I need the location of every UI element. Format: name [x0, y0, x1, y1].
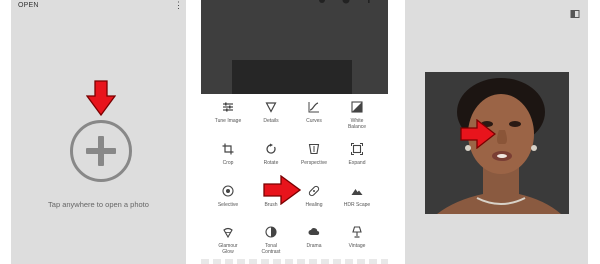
mountain-icon [351, 189, 363, 195]
triangle-details-icon [265, 102, 277, 113]
portrait-image [425, 72, 569, 214]
rotate-icon [266, 143, 276, 154]
tool-drama[interactable]: Drama [291, 226, 337, 249]
tool-hdr-scape[interactable]: HDR Scape [334, 185, 380, 208]
photo-thumbnail [232, 60, 352, 94]
tool-label: Glamour Glow [218, 243, 238, 255]
open-photo-screen[interactable]: OPEN ⋮ Tap anywhere to open a photo [11, 0, 186, 264]
arrow-right-icon [263, 175, 301, 205]
tool-label: Vintage [348, 243, 366, 249]
tool-white-balance[interactable]: White Balance [334, 101, 380, 130]
edited-portrait-photo [425, 72, 569, 214]
tool-details[interactable]: Details [248, 101, 294, 124]
arrow-down-icon [86, 80, 116, 116]
healing-bandage-icon [308, 185, 320, 197]
expand-icon [351, 143, 363, 155]
selective-icon [222, 185, 234, 197]
tool-label: Expand [348, 160, 366, 166]
more-vert-icon[interactable]: ⋮ [174, 0, 183, 10]
tool-label: Details [263, 118, 279, 124]
next-row-fade [201, 259, 388, 264]
cloud-icon [308, 228, 320, 236]
tool-label: Rotate [263, 160, 279, 166]
crop-icon [222, 143, 234, 155]
tool-label: Curves [306, 118, 322, 124]
tool-selective[interactable]: Selective [205, 185, 251, 208]
tool-expand[interactable]: Expand [334, 143, 380, 166]
tool-curves[interactable]: Curves [291, 101, 337, 124]
open-title: OPEN [18, 2, 39, 9]
arrow-right-icon [460, 119, 496, 149]
tune-icon [223, 102, 233, 112]
top-toolbar-icons [319, 0, 370, 4]
tool-label: Drama [306, 243, 322, 249]
tool-glamour-glow[interactable]: Glamour Glow [205, 226, 251, 255]
image-preview [201, 0, 388, 94]
curves-icon [308, 102, 319, 113]
tool-crop[interactable]: Crop [205, 143, 251, 166]
open-photo-hint: Tap anywhere to open a photo [48, 200, 149, 209]
tools-screen: Tune Image Details Curves White Balance … [201, 0, 388, 264]
tool-label: Tune Image [214, 118, 242, 124]
tool-vintage[interactable]: Vintage [334, 226, 380, 249]
tool-label: White Balance [347, 118, 367, 130]
tool-label: Perspective [300, 160, 328, 166]
lamp-icon [352, 226, 362, 238]
tool-rotate[interactable]: Rotate [248, 143, 294, 166]
tool-perspective[interactable]: Perspective [291, 143, 337, 166]
tool-tune-image[interactable]: Tune Image [205, 101, 251, 124]
tool-label: Crop [222, 160, 234, 166]
tool-label: HDR Scape [343, 202, 371, 208]
tool-label: Selective [217, 202, 239, 208]
compare-icon[interactable] [570, 9, 580, 19]
result-screen [405, 0, 588, 264]
perspective-icon [308, 143, 320, 155]
glamour-glow-icon [223, 227, 233, 238]
tool-label: Tonal Contrast [261, 243, 281, 255]
white-balance-icon [351, 101, 363, 113]
tonal-contrast-icon [265, 226, 277, 238]
tool-tonal-contrast[interactable]: Tonal Contrast [248, 226, 294, 255]
